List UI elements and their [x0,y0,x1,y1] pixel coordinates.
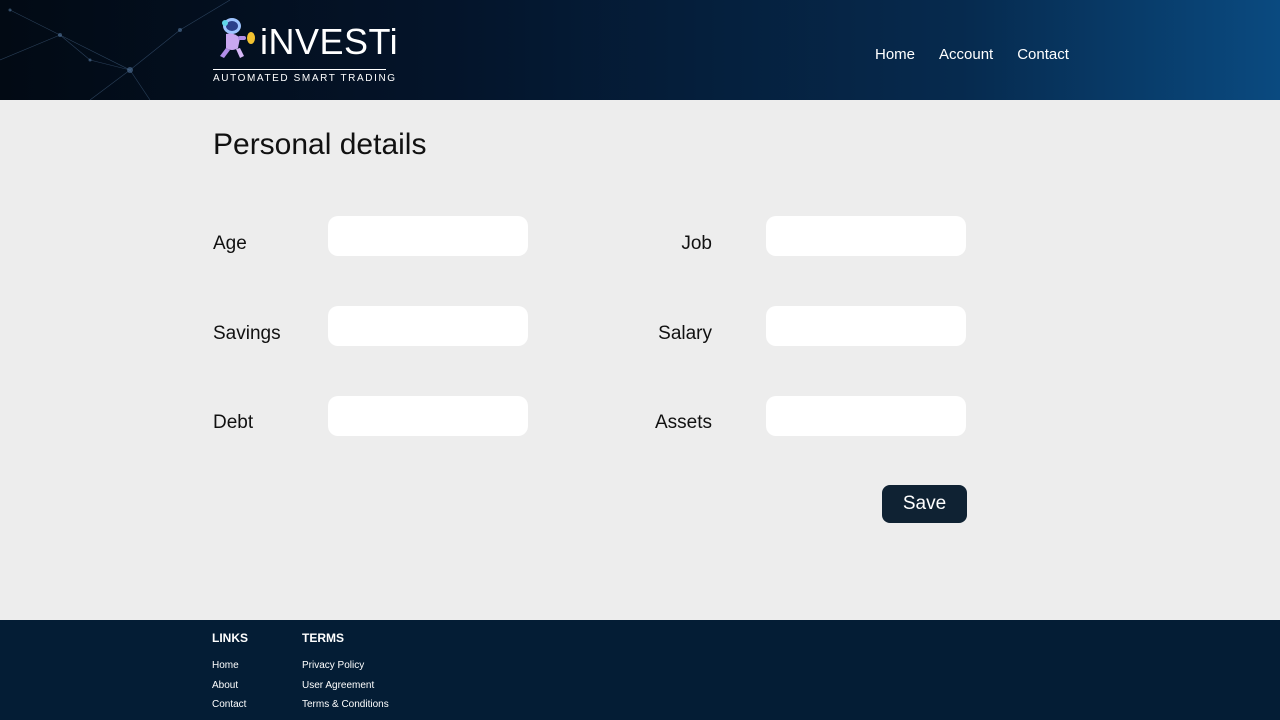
age-label: Age [213,233,247,254]
savings-input[interactable] [328,306,528,346]
salary-label: Salary [658,323,712,344]
page-title: Personal details [213,128,427,161]
footer-terms-heading: TERMS [302,631,344,645]
job-label: Job [681,233,712,254]
site-header: iNVESTi AUTOMATED SMART TRADING Home Acc… [0,0,1280,100]
main-nav: Home Account Contact [875,45,1069,65]
save-button[interactable]: Save [882,485,967,523]
brand-name: iNVESTi [260,21,399,62]
logo-divider [213,69,386,70]
footer-link-home[interactable]: Home [212,656,248,676]
debt-label: Debt [213,412,254,433]
brand-logo[interactable]: iNVESTi AUTOMATED SMART TRADING [212,14,398,86]
footer-link-about[interactable]: About [212,676,248,696]
site-footer: LINKS Home About Contact TERMS Privacy P… [0,620,1280,720]
footer-links-column: LINKS Home About Contact [212,630,248,715]
robot-mascot-icon [220,18,255,58]
nav-home-link[interactable]: Home [875,45,915,65]
footer-link-privacy-policy[interactable]: Privacy Policy [302,656,389,676]
footer-link-contact[interactable]: Contact [212,695,248,715]
brand-tagline: AUTOMATED SMART TRADING [213,73,397,84]
footer-link-terms-conditions[interactable]: Terms & Conditions [302,695,389,715]
job-input[interactable] [766,216,966,256]
assets-label: Assets [654,412,712,433]
footer-terms-column: TERMS Privacy Policy User Agreement Term… [302,630,389,715]
salary-input[interactable] [766,306,966,346]
nav-account-link[interactable]: Account [939,45,993,65]
savings-label: Savings [213,323,281,344]
nav-contact-link[interactable]: Contact [1017,45,1069,65]
age-input[interactable] [328,216,528,256]
assets-input[interactable] [766,396,966,436]
footer-links-heading: LINKS [212,631,248,645]
footer-link-user-agreement[interactable]: User Agreement [302,676,389,696]
debt-input[interactable] [328,396,528,436]
